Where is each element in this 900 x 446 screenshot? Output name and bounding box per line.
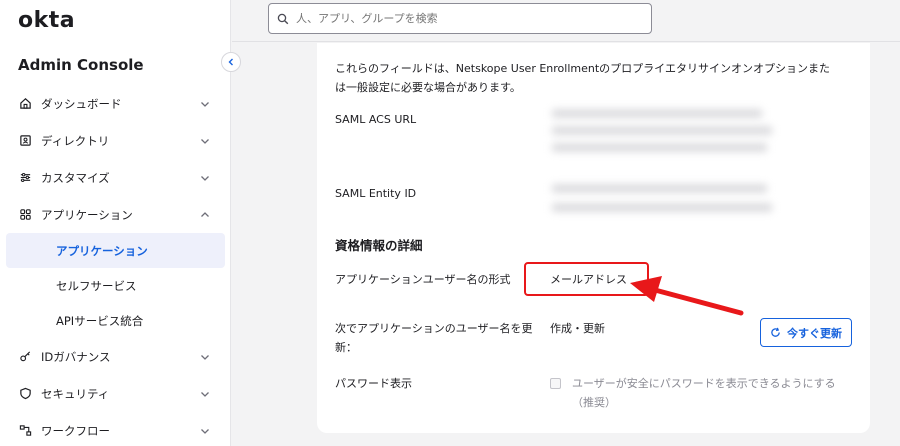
- top-bar: [232, 0, 900, 42]
- sidebar-nav: ダッシュボード ディレクトリ カスタマイズ アプリケーション アプリケーション …: [0, 85, 231, 446]
- directory-icon: [18, 134, 32, 148]
- fields-description: これらのフィールドは、Netskope User Enrollmentのプロプラ…: [335, 62, 831, 94]
- sidebar: okta Admin Console ダッシュボード ディレクトリ カスタマイズ: [0, 0, 231, 446]
- customize-icon: [18, 171, 32, 185]
- workflow-icon: [18, 424, 32, 438]
- sidebar-item-label: セキュリティ: [41, 386, 110, 401]
- chevron-down-icon: [201, 102, 209, 107]
- saml-entity-id-label: SAML Entity ID: [335, 187, 417, 200]
- redacted-value: [552, 203, 772, 212]
- password-reveal-checkbox[interactable]: [550, 378, 561, 389]
- chevron-down-icon: [201, 429, 209, 434]
- username-format-label: アプリケーションユーザー名の形式: [335, 273, 511, 286]
- chevron-up-icon: [201, 212, 209, 217]
- chevron-left-icon: [228, 58, 233, 66]
- sidebar-item-dashboard[interactable]: ダッシュボード: [0, 85, 231, 122]
- chevron-down-icon: [201, 355, 209, 360]
- app-settings-card: これらのフィールドは、Netskope User Enrollmentのプロプラ…: [317, 43, 870, 433]
- sidebar-item-applications[interactable]: アプリケーション: [0, 196, 231, 233]
- search-input[interactable]: [296, 12, 626, 25]
- credentials-section-title: 資格情報の詳細: [335, 238, 423, 253]
- key-icon: [18, 350, 32, 364]
- sidebar-item-customize[interactable]: カスタマイズ: [0, 159, 231, 196]
- redacted-value: [552, 184, 767, 193]
- sidebar-item-label: IDガバナンス: [41, 349, 111, 364]
- redacted-value: [552, 143, 767, 152]
- apps-grid-icon: [18, 208, 32, 222]
- redacted-value: [552, 109, 762, 118]
- sidebar-item-identity-governance[interactable]: IDガバナンス: [0, 338, 231, 375]
- sidebar-item-label: ディレクトリ: [41, 133, 110, 148]
- sidebar-item-label: カスタマイズ: [41, 170, 110, 185]
- saml-acs-url-label: SAML ACS URL: [335, 113, 417, 126]
- search-box[interactable]: [268, 3, 652, 34]
- chevron-down-icon: [201, 139, 209, 144]
- update-now-label: 今すぐ更新: [787, 326, 842, 340]
- home-icon: [18, 97, 32, 111]
- search-icon: [277, 13, 289, 24]
- console-title: Admin Console: [18, 56, 144, 74]
- redacted-value: [552, 126, 772, 135]
- sidebar-subitem-api-service[interactable]: APIサービス統合: [0, 303, 231, 338]
- sidebar-subitem-self-service[interactable]: セルフサービス: [0, 268, 231, 303]
- sidebar-item-label: ワークフロー: [41, 423, 110, 438]
- shield-icon: [18, 387, 32, 401]
- okta-logo[interactable]: okta: [18, 8, 75, 33]
- sidebar-item-security[interactable]: セキュリティ: [0, 375, 231, 412]
- password-reveal-label: パスワード表示: [335, 377, 412, 390]
- password-reveal-checkbox-label[interactable]: ユーザーが安全にパスワードを表示できるようにする（推奨）: [572, 374, 857, 412]
- sidebar-subitem-applications[interactable]: アプリケーション: [6, 233, 225, 268]
- chevron-down-icon: [201, 392, 209, 397]
- sidebar-item-label: アプリケーション: [41, 207, 133, 222]
- chevron-down-icon: [201, 176, 209, 181]
- sidebar-item-label: ダッシュボード: [41, 96, 122, 111]
- annotation-highlight-box: [524, 262, 649, 296]
- update-now-button[interactable]: 今すぐ更新: [760, 318, 852, 347]
- collapse-sidebar-button[interactable]: [221, 52, 241, 72]
- sidebar-item-workflow[interactable]: ワークフロー: [0, 412, 231, 446]
- update-username-value: 作成・更新: [550, 322, 605, 335]
- update-username-label: 次でアプリケーションのユーザー名を更新：: [335, 322, 533, 354]
- refresh-icon: [771, 327, 780, 337]
- sidebar-item-directory[interactable]: ディレクトリ: [0, 122, 231, 159]
